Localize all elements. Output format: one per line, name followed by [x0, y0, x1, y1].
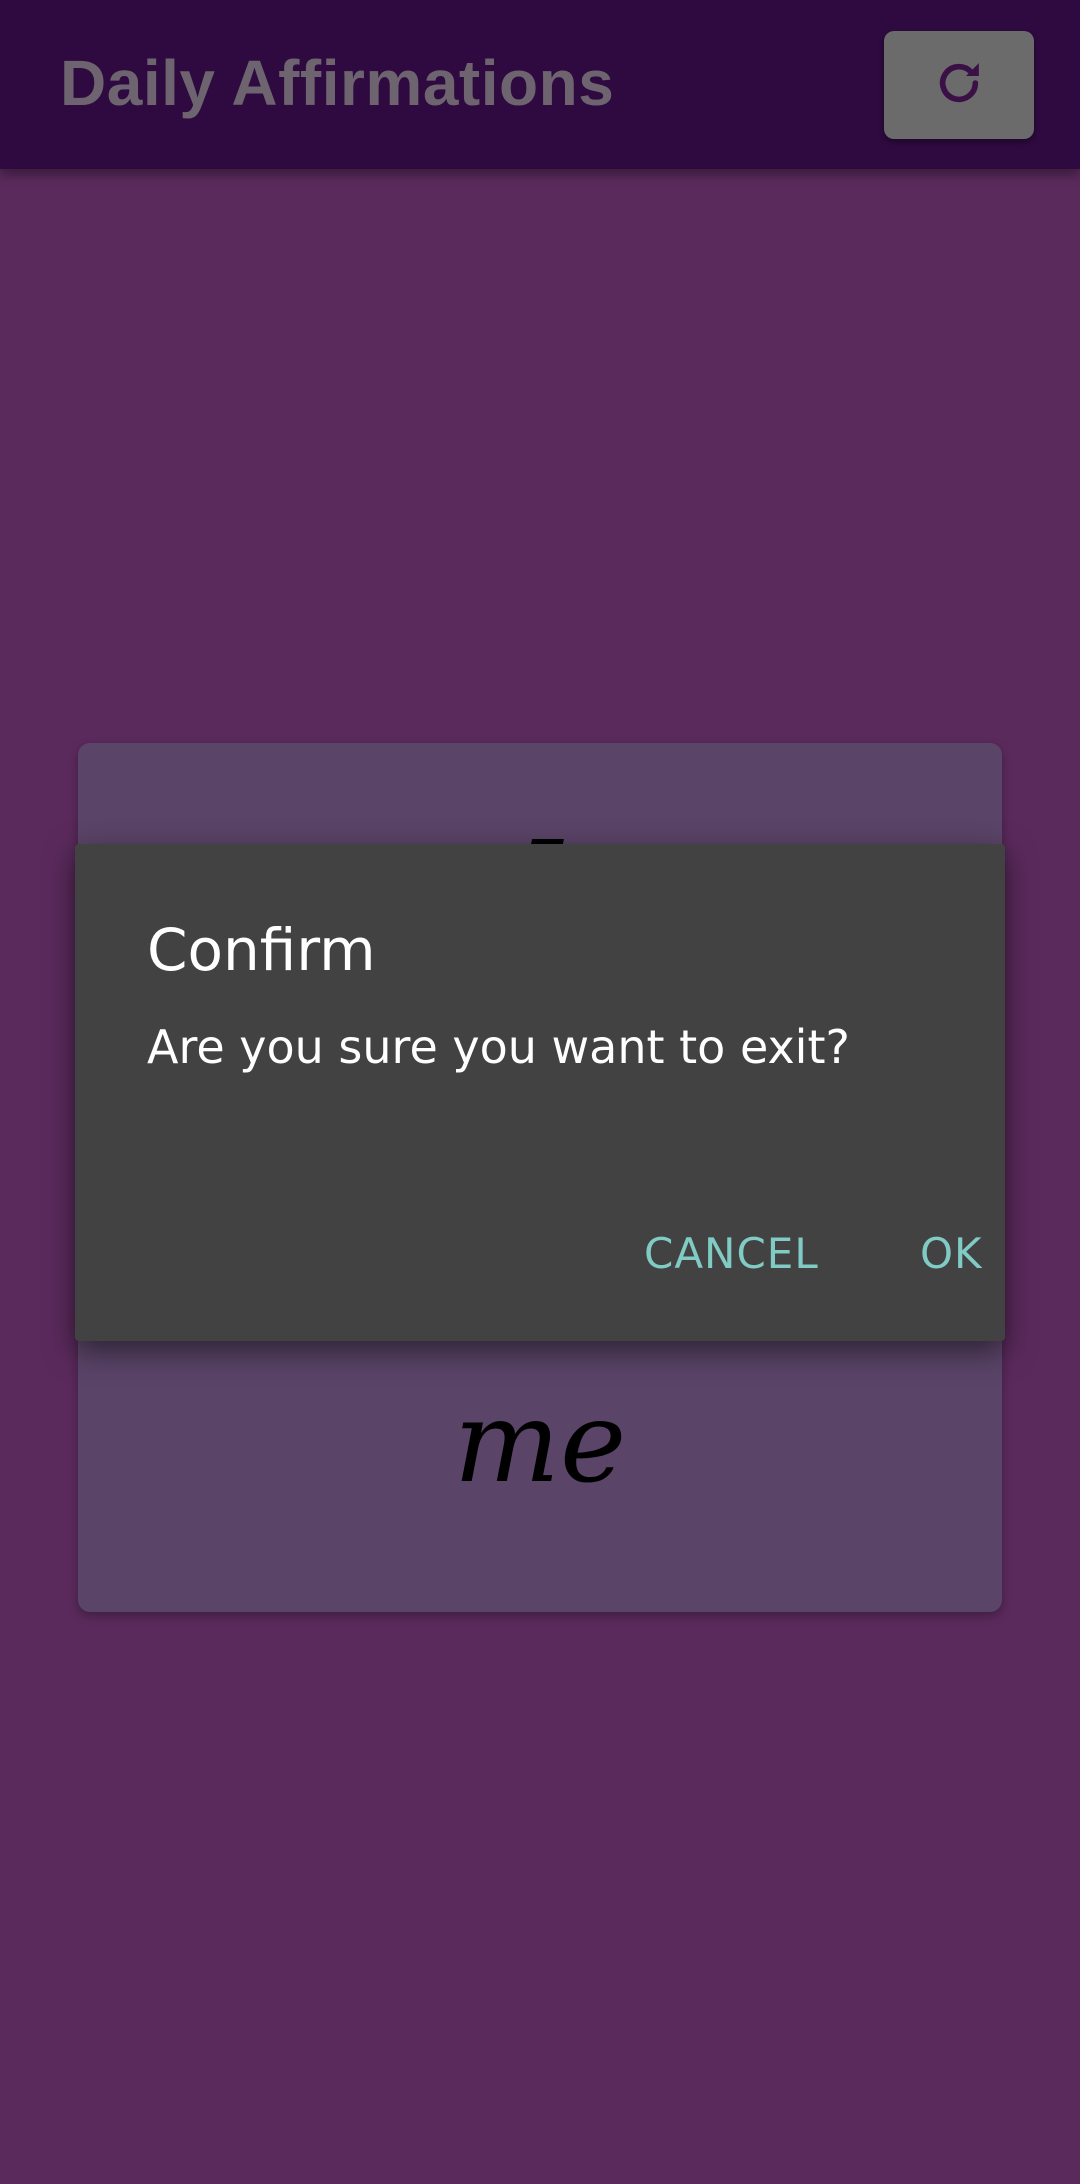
cancel-button[interactable]: CANCEL	[628, 1214, 835, 1294]
screen: Daily Affirmations I y me Confirm Are yo…	[0, 0, 1080, 2184]
dialog-title: Confirm	[147, 916, 376, 984]
dialog-message: Are you sure you want to exit?	[147, 1020, 850, 1074]
ok-button[interactable]: OK	[904, 1214, 999, 1294]
confirm-dialog: Confirm Are you sure you want to exit? C…	[75, 844, 1005, 1341]
